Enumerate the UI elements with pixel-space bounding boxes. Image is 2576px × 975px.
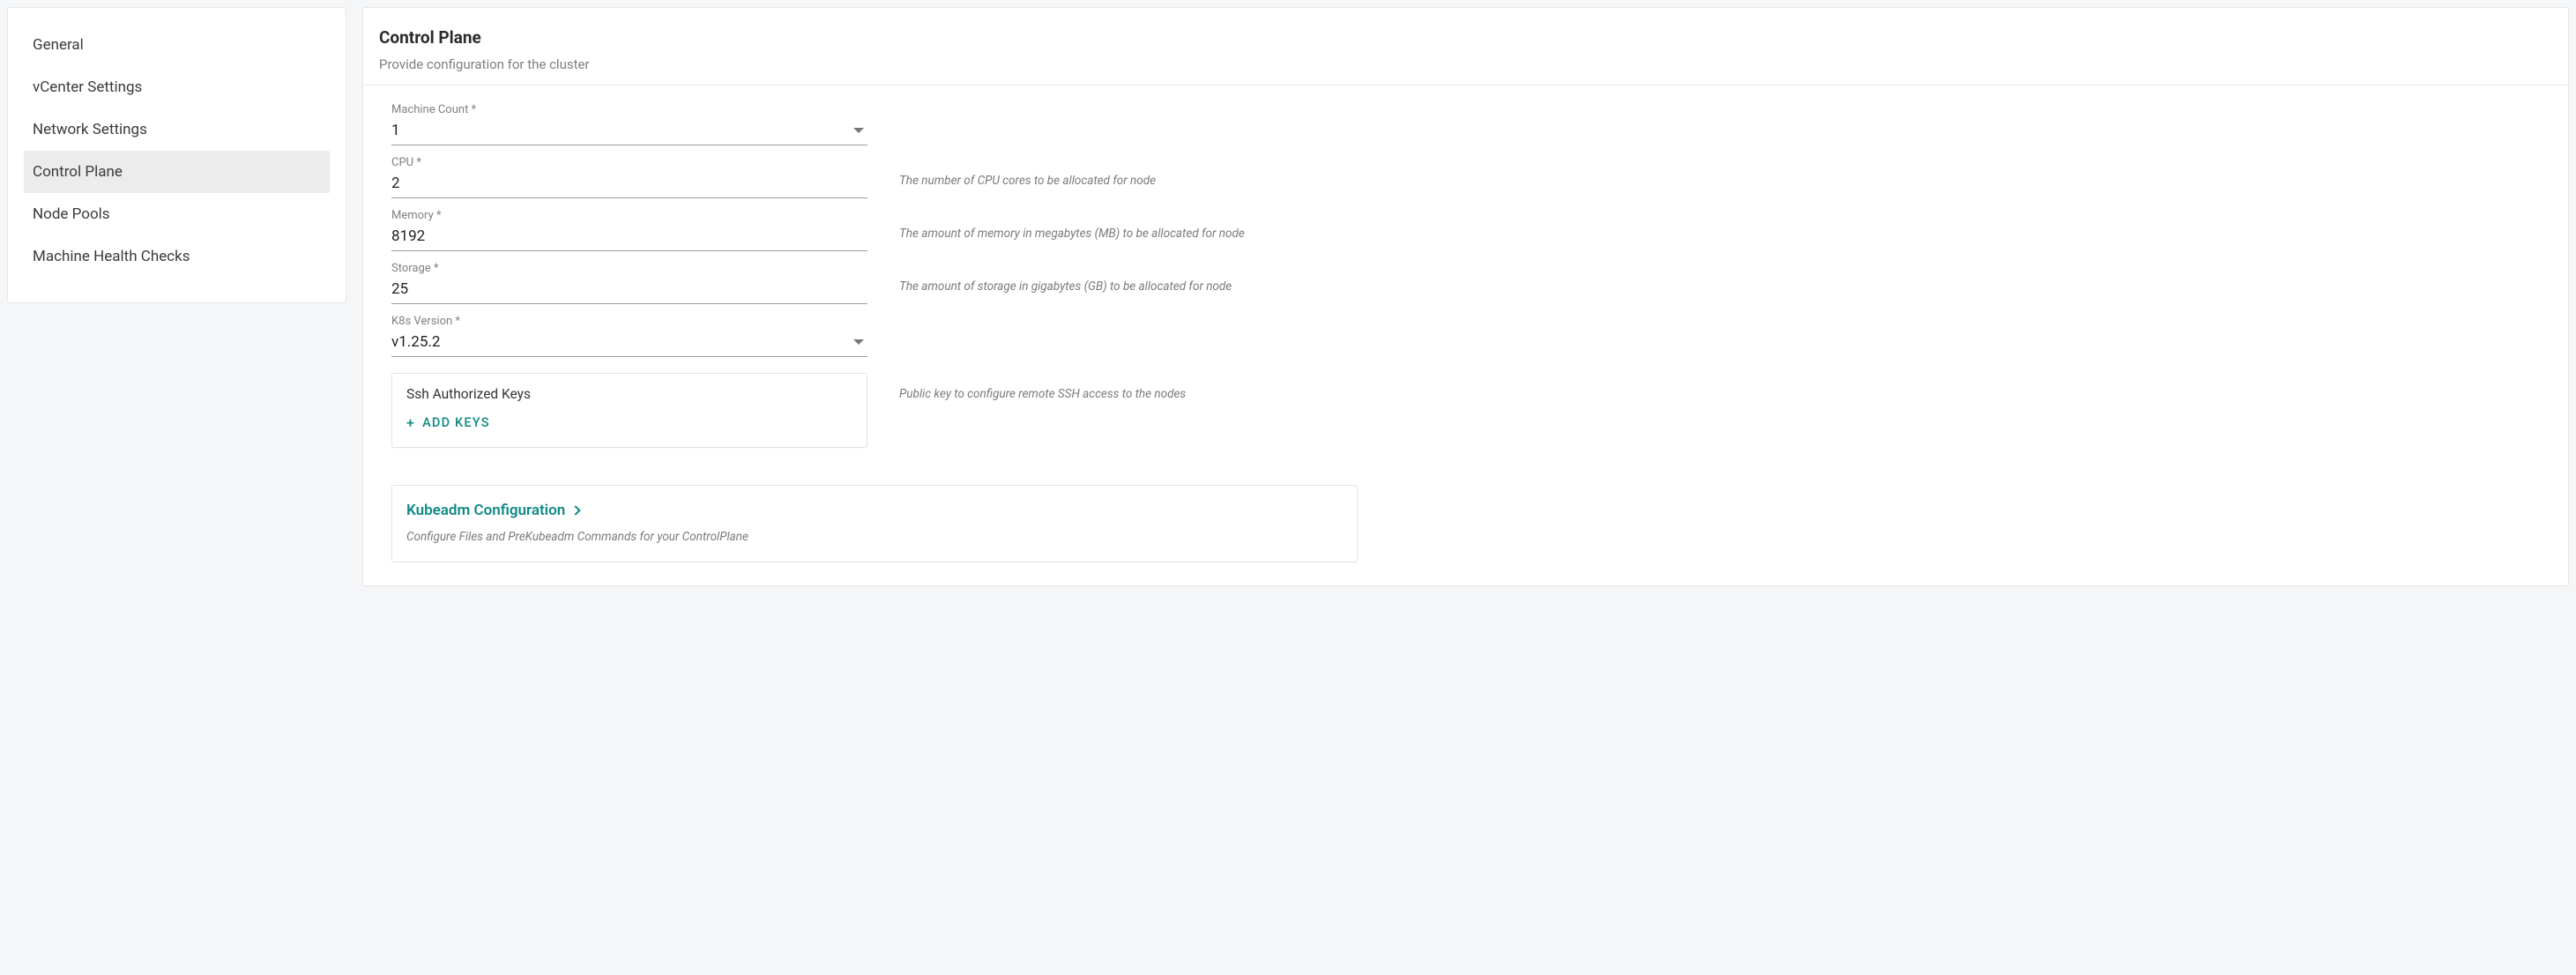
kubeadm-desc: Configure Files and PreKubeadm Commands … [406,530,1343,544]
machine-count-select[interactable]: 1 [391,118,867,145]
memory-field: Memory * [391,209,867,251]
page-subtitle: Provide configuration for the cluster [379,56,2552,72]
machine-count-label: Machine Count * [391,103,867,116]
sidebar-item-general[interactable]: General [24,24,330,66]
form-row-storage: Storage * The amount of storage in gigab… [391,262,2540,304]
form-row-memory: Memory * The amount of memory in megabyt… [391,209,2540,251]
sidebar-item-control-plane[interactable]: Control Plane [24,151,330,193]
sidebar-item-machine-health-checks[interactable]: Machine Health Checks [24,235,330,278]
storage-label: Storage * [391,262,867,275]
memory-label: Memory * [391,209,867,222]
chevron-down-icon [853,339,864,345]
ssh-title: Ssh Authorized Keys [406,386,852,402]
storage-input[interactable] [391,280,867,298]
memory-input[interactable] [391,227,867,245]
sidebar-item-label: vCenter Settings [33,78,142,96]
machine-count-field: Machine Count * 1 [391,103,867,145]
machine-count-value: 1 [391,122,853,139]
k8s-version-select[interactable]: v1.25.2 [391,330,867,357]
sidebar-item-vcenter-settings[interactable]: vCenter Settings [24,66,330,108]
cpu-label: CPU * [391,156,867,169]
main-header: Control Plane Provide configuration for … [363,8,2568,86]
sidebar-item-label: Network Settings [33,121,147,138]
memory-hint: The amount of memory in megabytes (MB) t… [899,227,2540,251]
plus-icon: + [406,414,415,431]
sidebar: General vCenter Settings Network Setting… [7,7,346,303]
form-row-cpu: CPU * The number of CPU cores to be allo… [391,156,2540,198]
main-panel: Control Plane Provide configuration for … [362,7,2569,586]
kubeadm-toggle[interactable]: Kubeadm Configuration [406,502,579,519]
form-row-ssh-keys: Ssh Authorized Keys + Add Keys Public ke… [391,373,2540,448]
sidebar-item-label: Node Pools [33,205,110,223]
sidebar-item-network-settings[interactable]: Network Settings [24,108,330,151]
chevron-right-icon [571,505,581,515]
k8s-version-label: K8s Version * [391,315,867,328]
form-row-kubeadm: Kubeadm Configuration Configure Files an… [391,485,2540,562]
form-body: Machine Count * 1 CPU * The number of CP… [363,86,2568,585]
sidebar-item-node-pools[interactable]: Node Pools [24,193,330,235]
sidebar-list: General vCenter Settings Network Setting… [8,24,346,278]
page-title: Control Plane [379,27,2552,48]
storage-field: Storage * [391,262,867,304]
form-row-machine-count: Machine Count * 1 [391,103,2540,145]
ssh-card: Ssh Authorized Keys + Add Keys [391,373,867,448]
cpu-hint: The number of CPU cores to be allocated … [899,174,2540,198]
k8s-version-value: v1.25.2 [391,333,853,351]
sidebar-item-label: Machine Health Checks [33,248,190,265]
chevron-down-icon [853,128,864,133]
storage-hint: The amount of storage in gigabytes (GB) … [899,279,2540,304]
form-row-k8s-version: K8s Version * v1.25.2 [391,315,2540,357]
sidebar-item-label: Control Plane [33,163,123,181]
kubeadm-card: Kubeadm Configuration Configure Files an… [391,485,1358,562]
add-keys-button[interactable]: + Add Keys [406,414,490,431]
cpu-field: CPU * [391,156,867,198]
cpu-input[interactable] [391,175,867,192]
add-keys-label: Add Keys [422,415,490,430]
sidebar-item-label: General [33,36,84,54]
kubeadm-title-label: Kubeadm Configuration [406,502,565,519]
ssh-hint: Public key to configure remote SSH acces… [899,373,2540,412]
k8s-version-field: K8s Version * v1.25.2 [391,315,867,357]
